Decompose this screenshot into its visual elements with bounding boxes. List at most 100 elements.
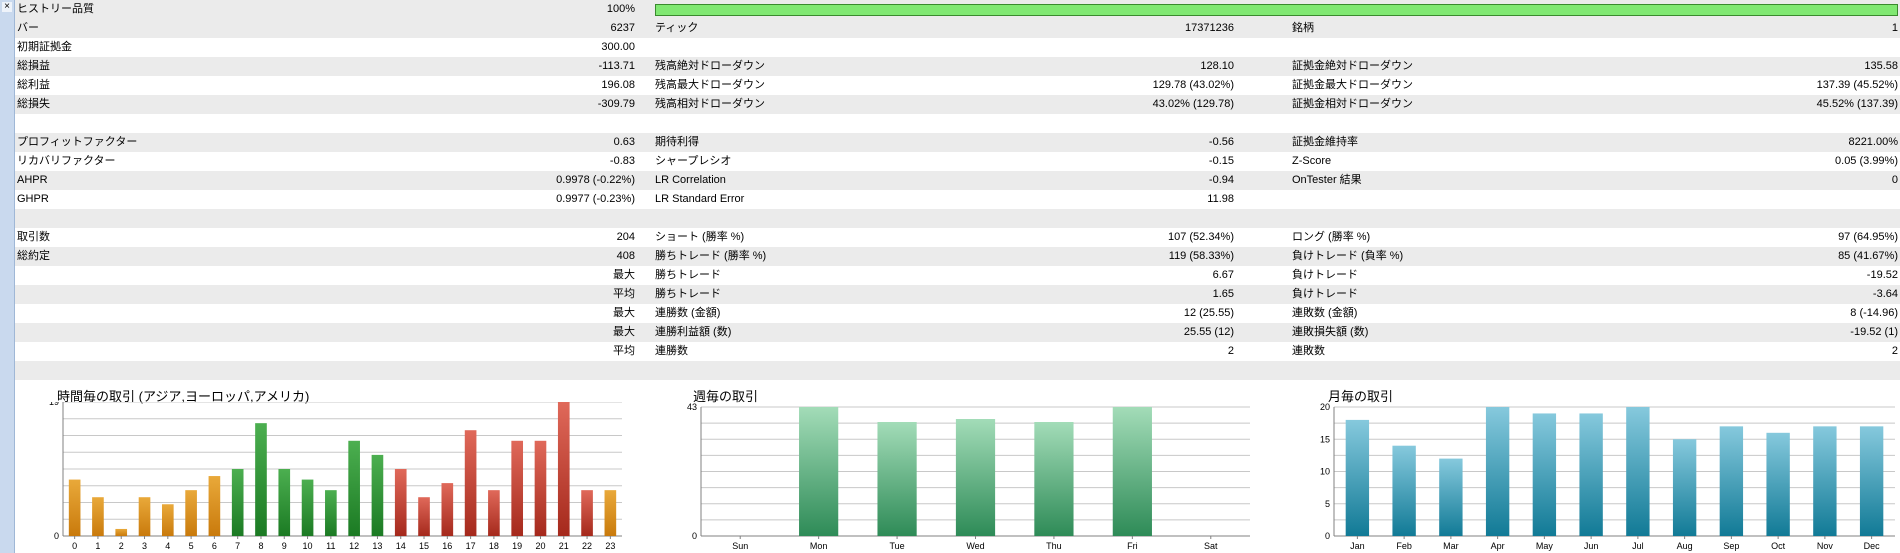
- x-tick-label: 12: [349, 541, 359, 551]
- bar: [955, 419, 996, 536]
- x-tick-label: 13: [372, 541, 382, 551]
- stat-label: Z-Score: [1292, 155, 1332, 167]
- stat-value: -309.79: [597, 98, 635, 110]
- y-tick-label: 10: [1320, 467, 1330, 477]
- bar: [1813, 426, 1837, 536]
- stat-value: -113.71: [598, 60, 636, 72]
- stats-row: 総損失 -309.79 残高相対ドローダウン 43.02% (129.78) 証拠金相対…: [15, 95, 1900, 114]
- x-tick-label: Oct: [1771, 541, 1786, 551]
- stat-label: ティック: [655, 22, 699, 34]
- stat-value: 17371236: [1185, 22, 1234, 34]
- stat-value: 25.55 (12): [1183, 326, 1234, 338]
- bar: [464, 430, 477, 536]
- bar: [1439, 458, 1463, 536]
- x-tick-label: 11: [326, 541, 335, 551]
- stat-label: 連勝数: [655, 345, 688, 357]
- stat-label: 連敗数: [1292, 345, 1325, 357]
- hourly-trades-chart: 0190 1 2 3 4 5 6 7 8 9 10 11 12 13 14 15 16 17 18 19 20 21 22 2…: [49, 402, 622, 551]
- bar: [92, 497, 104, 536]
- stat-value: 135.58: [1864, 60, 1898, 72]
- stats-row: 最大 連勝数 (金額) 12 (25.55) 連敗数 (金額) 8 (-14.96): [15, 304, 1900, 323]
- stat-label: 負けトレード: [1292, 269, 1358, 281]
- stat-value: 最大: [613, 269, 635, 281]
- stat-label: バー: [17, 22, 39, 34]
- bar: [1034, 422, 1074, 536]
- stat-value: 平均: [613, 345, 635, 357]
- x-tick-label: 16: [442, 541, 452, 551]
- stat-label: シャープレシオ: [655, 155, 732, 167]
- stats-row: 最大 勝ちトレード 6.67 負けトレード -19.52: [15, 266, 1900, 285]
- x-tick-label: 8: [258, 541, 263, 551]
- stat-value: 8 (-14.96): [1850, 307, 1898, 319]
- x-tick-label: 22: [582, 541, 592, 551]
- stat-label: 残高相対ドローダウン: [655, 98, 765, 110]
- bar: [581, 490, 593, 536]
- stat-label: 勝ちトレード: [655, 269, 721, 281]
- stats-row: リカバリファクター -0.83 シャープレシオ -0.15 Z-Score 0.05 (3…: [15, 152, 1900, 171]
- bar: [1672, 439, 1697, 536]
- y-tick-label: 0: [54, 531, 59, 541]
- stats-row: [15, 209, 1900, 228]
- bar: [394, 469, 407, 536]
- stat-value: 85 (41.67%): [1838, 250, 1898, 262]
- stat-value: -19.52 (1): [1850, 326, 1898, 338]
- bar: [208, 476, 221, 536]
- monthly-trades-chart: 0 5 10 15 20 Jan Feb Mar Apr May Jun Jul Aug Sep Oct No…: [1320, 402, 1895, 551]
- x-tick-label: Mon: [810, 541, 828, 551]
- stat-label: 総利益: [17, 79, 50, 91]
- bar: [1626, 407, 1650, 536]
- stat-value: 0.9978 (-0.22%): [556, 174, 635, 186]
- bar: [441, 483, 454, 536]
- stat-value: 43.02% (129.78): [1152, 98, 1234, 110]
- stats-row: 平均 連勝数 2 連敗数 2: [15, 342, 1900, 361]
- x-tick-label: Sat: [1204, 541, 1218, 551]
- stat-label: 残高最大ドローダウン: [655, 79, 765, 91]
- stat-label: 取引数: [17, 231, 50, 243]
- bar: [1345, 419, 1370, 536]
- bar: [185, 490, 197, 536]
- stats-row: 総利益 196.08 残高最大ドローダウン 129.78 (43.02%) 証拠金最大ド…: [15, 76, 1900, 95]
- bar: [1532, 413, 1557, 536]
- stat-value: 97 (64.95%): [1838, 231, 1898, 243]
- backtest-report: ヒストリー品質 100% バー 6237 ティック 17371236 銘柄 1 初期証拠金 300…: [15, 0, 1900, 553]
- stat-label: 証拠金絶対ドローダウン: [1292, 60, 1413, 72]
- stat-label: ロング (勝率 %): [1292, 231, 1371, 243]
- stats-row: 初期証拠金 300.00: [15, 38, 1900, 57]
- x-tick-label: 0: [72, 541, 77, 551]
- stat-value: 300.00: [601, 41, 635, 53]
- stat-label: 総損益: [17, 60, 50, 72]
- stat-label: 連勝利益額 (数): [655, 326, 732, 338]
- bar: [1392, 445, 1416, 536]
- bar: [371, 454, 384, 536]
- stats-row: GHPR 0.9977 (-0.23%) LR Standard Error 11.9…: [15, 190, 1900, 209]
- stat-value: 11.98: [1207, 193, 1234, 205]
- bar: [1112, 407, 1152, 536]
- stat-value: 最大: [613, 307, 635, 319]
- weekly-trades-chart: 0 43 Sun Mon Tue Wed Thu Fri Sat: [687, 402, 1250, 551]
- bar: [877, 422, 917, 536]
- bar: [301, 479, 314, 536]
- stat-value: 100%: [606, 3, 635, 15]
- x-tick-label: Thu: [1046, 541, 1062, 551]
- stat-value: 6.67: [1212, 269, 1234, 281]
- x-tick-label: 17: [466, 541, 476, 551]
- bar: [511, 440, 524, 536]
- bar: [278, 469, 291, 536]
- stat-value: 0.63: [613, 136, 635, 148]
- x-tick-label: May: [1536, 541, 1554, 551]
- stat-label: 銘柄: [1292, 22, 1314, 34]
- stat-label: 負けトレード (負率 %): [1292, 250, 1404, 262]
- bar: [68, 479, 81, 536]
- x-tick-label: 2: [119, 541, 124, 551]
- x-tick-label: 19: [512, 541, 522, 551]
- stat-label: 総損失: [17, 98, 50, 110]
- x-tick-label: 21: [559, 541, 569, 551]
- x-tick-label: 18: [489, 541, 499, 551]
- bar: [1719, 426, 1744, 536]
- stat-value: 128.10: [1200, 60, 1234, 72]
- stat-value: -0.94: [1208, 174, 1234, 186]
- stats-row: 取引数 204 ショート (勝率 %) 107 (52.34%) ロング (勝率 %) 9…: [15, 228, 1900, 247]
- x-tick-label: 6: [212, 541, 217, 551]
- close-icon[interactable]: ×: [2, 2, 12, 12]
- stat-value: 2: [1227, 345, 1234, 357]
